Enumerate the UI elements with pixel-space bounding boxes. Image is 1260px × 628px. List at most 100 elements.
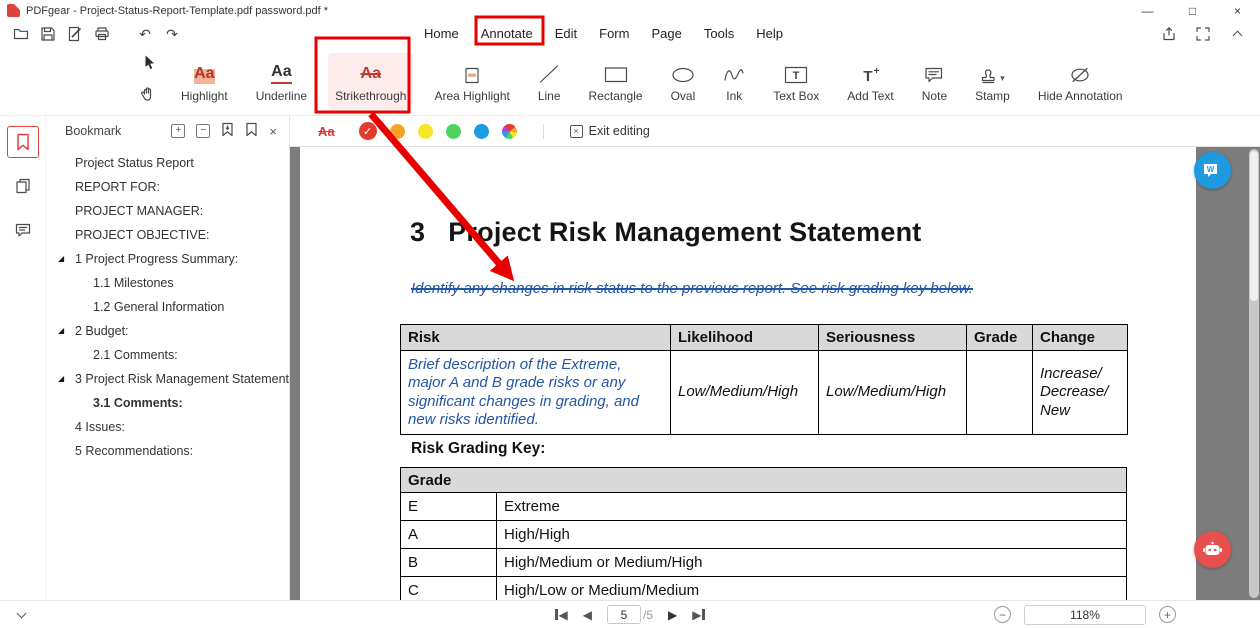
color-swatch-green[interactable] xyxy=(446,124,461,139)
change-cell[interactable]: Increase/ Decrease/ New xyxy=(1033,351,1128,435)
document-page[interactable]: 3 Project Risk Management Statement Iden… xyxy=(300,147,1196,600)
sidebar-tab-pages[interactable] xyxy=(7,170,39,202)
stamp-dropdown-caret[interactable]: ▾ xyxy=(1000,73,1005,84)
tab-annotate[interactable]: Annotate xyxy=(481,26,533,41)
risk-description-cell[interactable]: Brief description of the Extreme, major … xyxy=(401,351,671,435)
undo-icon: ↶ xyxy=(139,27,151,41)
close-button[interactable]: × xyxy=(1215,0,1260,21)
fullscreen-button[interactable] xyxy=(1194,25,1212,43)
risk-grading-key-title[interactable]: Risk Grading Key: xyxy=(411,440,545,458)
select-cursor-button[interactable] xyxy=(141,54,157,76)
bookmark-tree: Project Status Report REPORT FOR: PROJEC… xyxy=(46,146,289,600)
bookmark-item[interactable]: 5 Recommendations: xyxy=(46,439,289,463)
pdfgear-logo xyxy=(7,4,20,17)
tool-text-box[interactable]: T Text Box xyxy=(766,53,826,109)
grading-row: BHigh/Medium or Medium/High xyxy=(401,549,1127,577)
tool-hide-annotation[interactable]: Hide Annotation xyxy=(1031,53,1130,109)
color-swatch-custom[interactable] xyxy=(502,124,517,139)
tab-form[interactable]: Form xyxy=(599,26,629,41)
tab-home[interactable]: Home xyxy=(424,26,459,41)
bookmark-item[interactable]: ◢3 Project Risk Management Statement xyxy=(46,367,289,391)
sidebar-tab-bookmarks[interactable] xyxy=(7,126,39,158)
page-number-input[interactable]: 5 xyxy=(607,605,641,624)
bookmark-item[interactable]: PROJECT OBJECTIVE: xyxy=(46,223,289,247)
seriousness-cell[interactable]: Low/Medium/High xyxy=(819,351,967,435)
zoom-out-button[interactable]: − xyxy=(994,606,1011,623)
bookmark-item-current[interactable]: 3.1 Comments: xyxy=(46,391,289,415)
grade-cell[interactable] xyxy=(967,351,1033,435)
tool-rectangle[interactable]: Rectangle xyxy=(582,53,650,109)
tool-underline[interactable]: Aa Underline xyxy=(249,53,314,109)
sidebar-tab-comments[interactable] xyxy=(7,214,39,246)
tool-ink[interactable]: Ink xyxy=(716,53,752,109)
risk-table[interactable]: Risk Likelihood Seriousness Grade Change… xyxy=(400,324,1128,435)
bookmark-flag-button[interactable] xyxy=(245,122,258,140)
vertical-scrollbar[interactable] xyxy=(1249,149,1259,598)
close-panel-button[interactable]: × xyxy=(269,125,277,138)
scrollbar-thumb[interactable] xyxy=(1250,151,1258,301)
open-button[interactable] xyxy=(12,25,30,43)
tool-highlight[interactable]: Aa Highlight xyxy=(174,53,235,109)
maximize-button[interactable]: □ xyxy=(1170,0,1215,21)
share-icon xyxy=(1161,26,1177,42)
tab-edit[interactable]: Edit xyxy=(555,26,577,41)
doc-heading[interactable]: 3 Project Risk Management Statement xyxy=(410,217,921,248)
sign-button[interactable] xyxy=(66,25,84,43)
bookmark-item[interactable]: 4 Issues: xyxy=(46,415,289,439)
tool-add-text[interactable]: T+ Add Text xyxy=(840,53,900,109)
color-swatch-blue[interactable] xyxy=(474,124,489,139)
collapse-all-button[interactable]: − xyxy=(196,124,210,138)
tool-area-highlight[interactable]: Area Highlight xyxy=(427,53,516,109)
share-button[interactable] xyxy=(1160,25,1178,43)
tool-line[interactable]: Line xyxy=(531,53,568,109)
first-page-button[interactable]: ◀ xyxy=(555,609,568,621)
collapse-triangle-icon[interactable]: ◢ xyxy=(58,326,64,335)
next-page-button[interactable]: ▶ xyxy=(668,609,677,621)
bookmark-item[interactable]: Project Status Report xyxy=(46,151,289,175)
risk-grading-table[interactable]: Grade EExtreme AHigh/High BHigh/Medium o… xyxy=(400,467,1127,600)
collapse-ribbon-button[interactable] xyxy=(1228,25,1246,43)
expand-all-button[interactable]: + xyxy=(171,124,185,138)
print-button[interactable] xyxy=(93,25,111,43)
risk-table-header: Seriousness xyxy=(819,325,967,351)
hand-pan-button[interactable] xyxy=(140,85,157,107)
redo-button[interactable]: ↷ xyxy=(163,25,181,43)
bookmark-item[interactable]: ◢1 Project Progress Summary: xyxy=(46,247,289,271)
add-bookmark-button[interactable] xyxy=(221,122,234,140)
tool-strikethrough[interactable]: Aa Strikethrough xyxy=(328,53,413,109)
tool-stamp[interactable]: ▾ Stamp xyxy=(968,53,1017,109)
color-swatch-orange[interactable] xyxy=(390,124,405,139)
doc-instruction-struck-text[interactable]: Identify any changes in risk status to t… xyxy=(411,280,973,297)
last-page-button[interactable]: ▶ xyxy=(692,609,705,621)
zoom-in-button[interactable]: + xyxy=(1159,606,1176,623)
collapse-triangle-icon[interactable]: ◢ xyxy=(58,254,64,263)
previous-page-button[interactable]: ◀ xyxy=(583,609,592,621)
zoom-level-input[interactable]: 118% xyxy=(1024,605,1146,625)
bookmark-item[interactable]: REPORT FOR: xyxy=(46,175,289,199)
color-swatch-yellow[interactable] xyxy=(418,124,433,139)
line-icon xyxy=(538,64,560,84)
tab-tools[interactable]: Tools xyxy=(704,26,734,41)
bookmark-item[interactable]: ◢2 Budget: xyxy=(46,319,289,343)
bookmark-item[interactable]: 1.2 General Information xyxy=(46,295,289,319)
color-swatch-red-selected[interactable]: ✓ xyxy=(359,122,377,140)
minimize-button[interactable]: — xyxy=(1125,0,1170,21)
bookmark-panel-header: Bookmark + − × xyxy=(46,116,289,146)
tab-help[interactable]: Help xyxy=(756,26,783,41)
ai-assistant-button[interactable] xyxy=(1194,531,1231,568)
translate-button[interactable]: W xyxy=(1194,152,1231,189)
bookmark-item[interactable]: PROJECT MANAGER: xyxy=(46,199,289,223)
tab-page[interactable]: Page xyxy=(651,26,681,41)
save-button[interactable] xyxy=(39,25,57,43)
likelihood-cell[interactable]: Low/Medium/High xyxy=(671,351,819,435)
collapse-statusbar-button[interactable] xyxy=(18,610,25,620)
tool-note[interactable]: Note xyxy=(915,53,954,109)
exit-editing-button[interactable]: × Exit editing xyxy=(570,124,650,138)
bookmark-item[interactable]: 2.1 Comments: xyxy=(46,343,289,367)
collapse-triangle-icon[interactable]: ◢ xyxy=(58,374,64,383)
add-text-icon: T+ xyxy=(861,66,881,84)
bookmark-item[interactable]: 1.1 Milestones xyxy=(46,271,289,295)
tool-oval[interactable]: Oval xyxy=(664,53,703,109)
undo-button[interactable]: ↶ xyxy=(136,25,154,43)
pdf-canvas[interactable]: 3 Project Risk Management Statement Iden… xyxy=(290,147,1260,600)
